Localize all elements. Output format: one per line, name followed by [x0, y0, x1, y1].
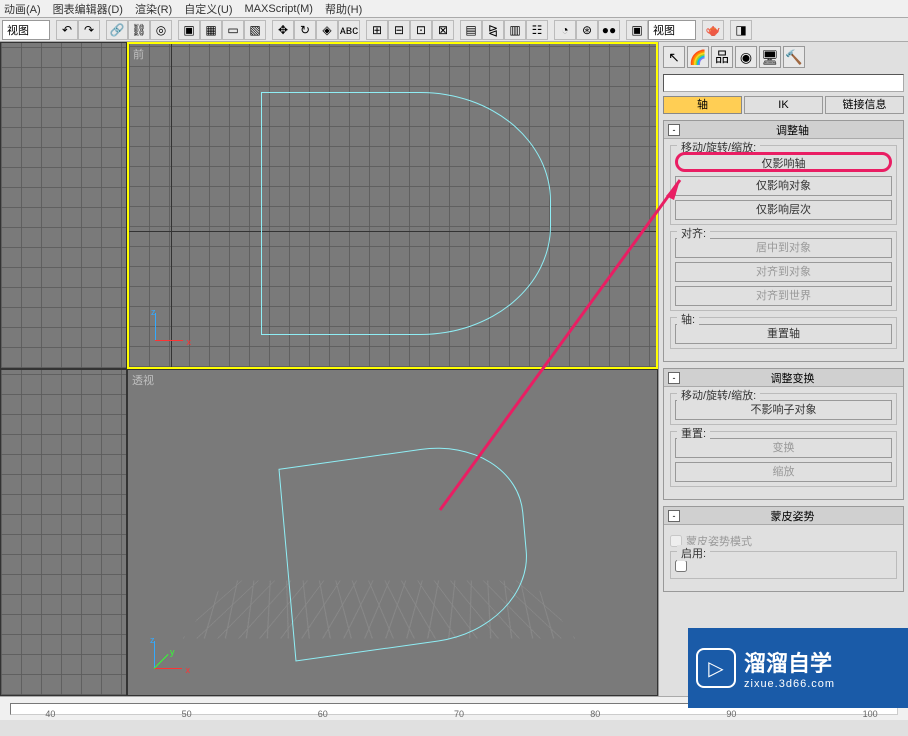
group-label-axis: 轴:	[677, 311, 699, 327]
menu-bar: 动画(A) 图表编辑器(D) 渲染(R) 自定义(U) MAXScript(M)…	[0, 0, 908, 18]
ruler-tick: 40	[45, 709, 55, 719]
viewport-front[interactable]: 前 zx	[127, 42, 658, 369]
dont-affect-children-button[interactable]: 不影响子对象	[675, 400, 892, 420]
window-crossing-icon[interactable]: ▧	[244, 20, 266, 40]
render-setup-icon[interactable]: ▣	[626, 20, 648, 40]
ruler-tick: 100	[863, 709, 878, 719]
menu-render[interactable]: 渲染(R)	[135, 1, 172, 17]
viewport-container: 前 zx 透视 zxy	[0, 42, 658, 696]
unlink-icon[interactable]: ⛓	[128, 20, 150, 40]
command-panel-tabs: ↖ 🌈 品 ◉ 🖥 🔨	[663, 46, 904, 68]
named-selection-icon[interactable]: ▤	[460, 20, 482, 40]
select-name-icon[interactable]: ▦	[200, 20, 222, 40]
collapse-icon[interactable]: -	[668, 372, 680, 384]
rollout-skin-pose: - 蒙皮姿势 蒙皮姿势模式 启用:	[663, 506, 904, 592]
axis-gizmo-persp: zxy	[148, 635, 188, 675]
menu-schematic[interactable]: 图表编辑器(D)	[53, 1, 123, 17]
tab-ik[interactable]: IK	[744, 96, 823, 114]
help-icon[interactable]: ◨	[730, 20, 752, 40]
menu-help[interactable]: 帮助(H)	[325, 1, 362, 17]
redo-icon[interactable]: ↷	[78, 20, 100, 40]
object-name-input[interactable]	[663, 74, 904, 92]
affect-object-only-button[interactable]: 仅影响对象	[675, 176, 892, 196]
reset-scale-button[interactable]: 缩放	[675, 462, 892, 482]
align-to-world-button[interactable]: 对齐到世界	[675, 286, 892, 306]
command-panel: ↖ 🌈 品 ◉ 🖥 🔨 轴 IK 链接信息 - 调整轴 移动/旋转/缩放: 仅影…	[658, 42, 908, 696]
rollout-adjust-transform: - 调整变换 移动/旋转/缩放: 不影响子对象 重置: 变换 缩放	[663, 368, 904, 500]
enable-checkbox[interactable]	[675, 560, 687, 572]
create-tab-icon[interactable]: ↖	[663, 46, 685, 68]
render-dropdown[interactable]: 视图	[648, 20, 696, 40]
reset-pivot-button[interactable]: 重置轴	[675, 324, 892, 344]
viewport-label-front: 前	[133, 46, 144, 62]
render-icon[interactable]: 🫖	[702, 20, 724, 40]
reset-transform-button[interactable]: 变换	[675, 438, 892, 458]
viewport-left-top[interactable]	[0, 42, 127, 369]
select-icon[interactable]: ▣	[178, 20, 200, 40]
group-label-reset: 重置:	[677, 425, 710, 441]
menu-animation[interactable]: 动画(A)	[4, 1, 41, 17]
affect-hierarchy-only-button[interactable]: 仅影响层次	[675, 200, 892, 220]
group-label-enable: 启用:	[677, 545, 710, 561]
rollout-header-adjust-transform[interactable]: - 调整变换	[664, 369, 903, 387]
ruler-tick: 60	[318, 709, 328, 719]
viewport-mode-dropdown[interactable]: 视图	[2, 20, 50, 40]
rollout-adjust-pivot: - 调整轴 移动/旋转/缩放: 仅影响轴 仅影响对象 仅影响层次 对齐: 居中到…	[663, 120, 904, 362]
viewport-perspective[interactable]: 透视 zxy	[127, 369, 658, 696]
bind-icon[interactable]: ◎	[150, 20, 172, 40]
hierarchy-tab-icon[interactable]: 品	[711, 46, 733, 68]
align-icon[interactable]: ▥	[504, 20, 526, 40]
ruler-tick: 80	[590, 709, 600, 719]
undo-icon[interactable]: ↶	[56, 20, 78, 40]
group-label-mrs2: 移动/旋转/缩放:	[677, 387, 760, 403]
motion-tab-icon[interactable]: ◉	[735, 46, 757, 68]
snap-icon[interactable]: ⊞	[366, 20, 388, 40]
collapse-icon[interactable]: -	[668, 124, 680, 136]
modify-tab-icon[interactable]: 🌈	[687, 46, 709, 68]
ruler-tick: 90	[726, 709, 736, 719]
watermark: ▷ 溜溜自学 zixue.3d66.com	[688, 628, 908, 708]
ruler-tick: 50	[182, 709, 192, 719]
rotate-icon[interactable]: ↻	[294, 20, 316, 40]
watermark-title: 溜溜自学	[744, 646, 835, 678]
link-icon[interactable]: 🔗	[106, 20, 128, 40]
text-icon[interactable]: ᴀʙᴄ	[338, 20, 360, 40]
curve-editor-icon[interactable]: ◔	[554, 20, 576, 40]
collapse-icon[interactable]: -	[668, 510, 680, 522]
play-icon: ▷	[696, 648, 736, 688]
menu-maxscript[interactable]: MAXScript(M)	[245, 3, 313, 15]
spline-shape[interactable]	[261, 92, 551, 334]
move-icon[interactable]: ✥	[272, 20, 294, 40]
rollout-header-adjust-pivot[interactable]: - 调整轴	[664, 121, 903, 139]
material-editor-icon[interactable]: ●●	[598, 20, 620, 40]
axis-gizmo: zx	[149, 307, 189, 347]
spinner-snap-icon[interactable]: ⊠	[432, 20, 454, 40]
display-tab-icon[interactable]: 🖥	[759, 46, 781, 68]
tab-link-info[interactable]: 链接信息	[825, 96, 904, 114]
angle-snap-icon[interactable]: ⊟	[388, 20, 410, 40]
select-region-icon[interactable]: ▭	[222, 20, 244, 40]
utilities-tab-icon[interactable]: 🔨	[783, 46, 805, 68]
mirror-icon[interactable]: ⧎	[482, 20, 504, 40]
layers-icon[interactable]: ☷	[526, 20, 548, 40]
main-toolbar: 视图 ↶ ↷ 🔗 ⛓ ◎ ▣ ▦ ▭ ▧ ✥ ↻ ◈ ᴀʙᴄ ⊞ ⊟ ⊡ ⊠ ▤…	[0, 18, 908, 42]
schematic-view-icon[interactable]: ⊛	[576, 20, 598, 40]
menu-customize[interactable]: 自定义(U)	[184, 1, 232, 17]
affect-pivot-only-button[interactable]: 仅影响轴	[675, 152, 892, 172]
percent-snap-icon[interactable]: ⊡	[410, 20, 432, 40]
ruler-tick: 70	[454, 709, 464, 719]
viewport-left-bottom[interactable]	[0, 369, 127, 696]
center-to-object-button[interactable]: 居中到对象	[675, 238, 892, 258]
scale-icon[interactable]: ◈	[316, 20, 338, 40]
watermark-url: zixue.3d66.com	[744, 678, 835, 690]
align-to-object-button[interactable]: 对齐到对象	[675, 262, 892, 282]
viewport-label-perspective: 透视	[132, 372, 154, 388]
rollout-header-skin-pose[interactable]: - 蒙皮姿势	[664, 507, 903, 525]
group-label-align: 对齐:	[677, 225, 710, 241]
tab-pivot[interactable]: 轴	[663, 96, 742, 114]
